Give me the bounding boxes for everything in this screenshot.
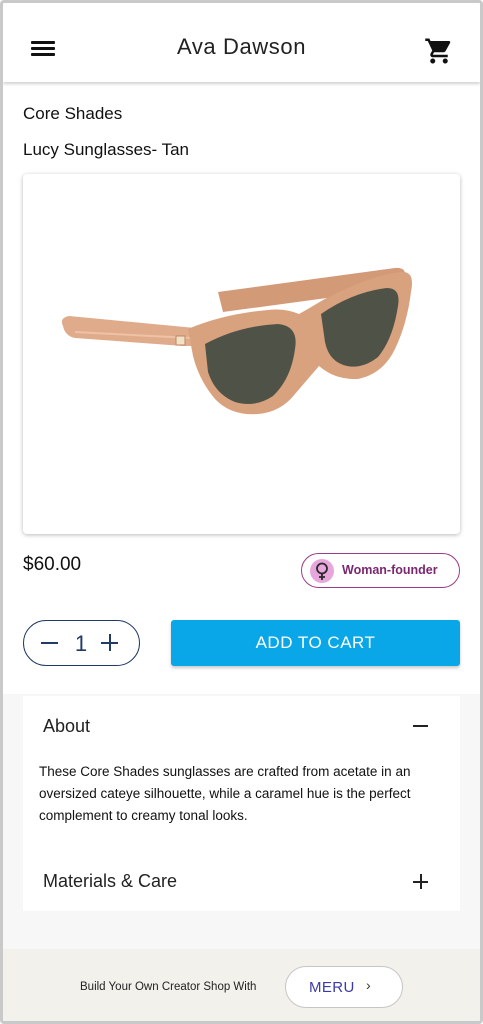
footer-text: Build Your Own Creator Shop With xyxy=(80,981,257,993)
header: Ava Dawson xyxy=(3,3,480,82)
female-symbol-icon xyxy=(310,559,334,583)
woman-founder-badge[interactable]: Woman-founder xyxy=(301,553,460,588)
meru-label: MERU xyxy=(309,979,355,996)
footer: Build Your Own Creator Shop With MERU › xyxy=(3,949,480,1021)
app-frame: Ava Dawson Core Shades Lucy Sunglasses- … xyxy=(0,0,483,1024)
sunglasses-image xyxy=(61,267,412,415)
chevron-right-icon: › xyxy=(366,977,371,993)
about-description: These Core Shades sunglasses are crafted… xyxy=(39,764,411,823)
product-title: Lucy Sunglasses- Tan xyxy=(23,140,190,159)
store-title: Ava Dawson xyxy=(176,34,307,59)
decrease-quantity-button[interactable] xyxy=(40,633,60,653)
quantity-value: 1 xyxy=(74,631,88,656)
shop-name: Core Shades xyxy=(23,104,123,123)
product-image[interactable] xyxy=(23,174,460,534)
about-section-header[interactable]: About xyxy=(43,716,90,737)
meru-button[interactable]: MERU › xyxy=(285,966,403,1008)
badge-label: Woman-founder xyxy=(342,563,438,577)
female-symbol-svg xyxy=(316,562,328,580)
add-to-cart-button[interactable]: ADD TO CART xyxy=(171,620,460,666)
shopping-cart-icon[interactable] xyxy=(424,36,454,66)
product-info-accordion: About These Core Shades sunglasses are c… xyxy=(23,696,460,911)
main-content: Core Shades Lucy Sunglasses- Tan $60.00 xyxy=(3,82,480,949)
collapse-about-icon[interactable] xyxy=(411,716,431,736)
expand-materials-icon[interactable] xyxy=(411,872,431,892)
hinge-stud xyxy=(175,335,186,346)
quantity-stepper: 1 xyxy=(23,620,140,666)
increase-quantity-button[interactable] xyxy=(100,633,120,653)
cart-svg xyxy=(425,38,451,64)
product-price: $60.00 xyxy=(23,554,82,575)
materials-care-header[interactable]: Materials & Care xyxy=(43,871,177,892)
